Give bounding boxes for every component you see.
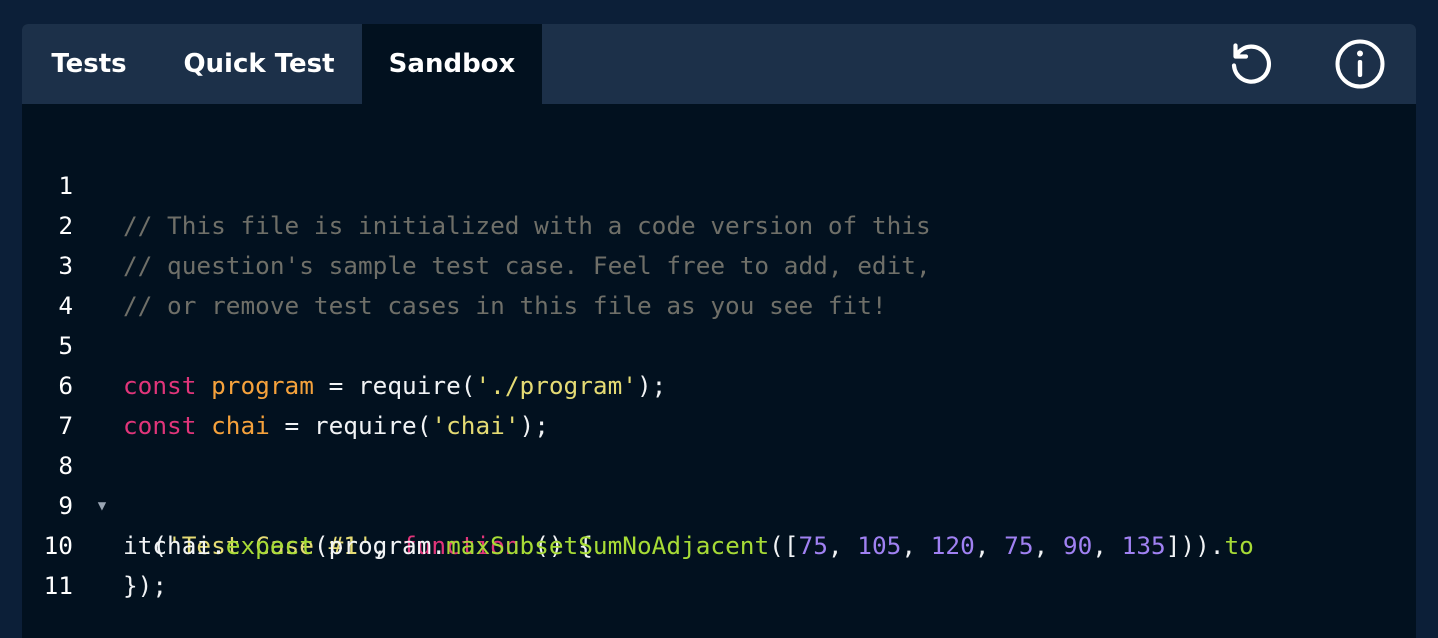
code-line: 3 // or remove test cases in this file a… bbox=[22, 206, 1416, 320]
code-text: }); bbox=[123, 571, 168, 600]
code-line: 7 bbox=[22, 366, 1416, 440]
reset-icon bbox=[1231, 43, 1272, 84]
code-line: 5 const program = require('./program'); bbox=[22, 286, 1416, 400]
code-line: 10 }); bbox=[22, 486, 1416, 600]
code-line: 1 // This file is initialized with a cod… bbox=[22, 126, 1416, 240]
reset-button[interactable] bbox=[1224, 38, 1276, 90]
code-editor[interactable]: 1 // This file is initialized with a cod… bbox=[22, 104, 1416, 638]
tab-tests[interactable]: Tests bbox=[22, 24, 156, 104]
info-icon bbox=[1335, 39, 1385, 89]
tab-sandbox[interactable]: Sandbox bbox=[362, 24, 542, 104]
code-line: 8 ▼ it('Test Case #1', function () { bbox=[22, 406, 1416, 560]
line-number: 11 bbox=[43, 571, 73, 600]
code-line: 2 // question's sample test case. Feel f… bbox=[22, 166, 1416, 280]
tab-bar: Tests Quick Test Sandbox bbox=[22, 24, 1416, 104]
code-line: 6 const chai = require('chai'); bbox=[22, 326, 1416, 440]
code-line: 9 chai.expect(program.maxSubsetSumNoAdja… bbox=[22, 446, 1416, 560]
tab-quick-test[interactable]: Quick Test bbox=[156, 24, 362, 104]
code-panel: Tests Quick Test Sandbox 1 // This file … bbox=[22, 24, 1416, 638]
code-line: 4 bbox=[22, 246, 1416, 320]
info-button[interactable] bbox=[1334, 38, 1386, 90]
code-line: 11 bbox=[22, 526, 1416, 600]
